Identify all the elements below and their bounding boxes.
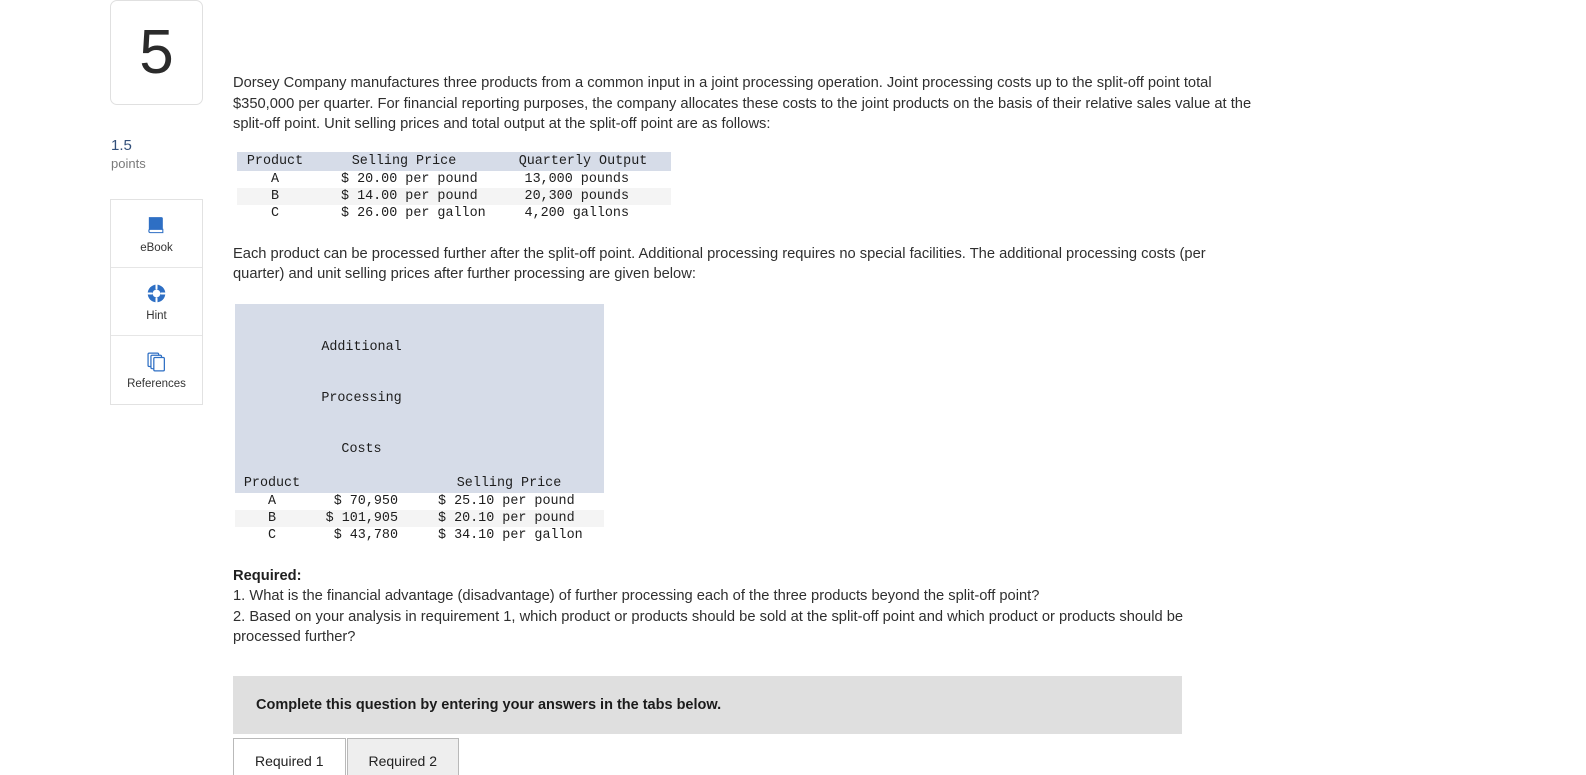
- question-content: Dorsey Company manufactures three produc…: [233, 0, 1573, 775]
- intro-paragraph-2: Each product can be processed further af…: [233, 245, 1206, 283]
- tab-bar: Required 1 Required 2: [233, 736, 1573, 775]
- hdr-line-2: Processing: [321, 390, 402, 406]
- tab-required-1[interactable]: Required 1: [233, 737, 346, 775]
- cell-quarterly-output: 20,300 pounds: [495, 187, 671, 205]
- points-block: 1.5 points: [110, 137, 206, 172]
- hdr-line-3: Costs: [341, 441, 382, 457]
- table-row: A $ 70,950 $ 25.10 per pound: [235, 493, 604, 510]
- table-row: C $ 26.00 per gallon 4,200 gallons: [237, 205, 671, 222]
- points-value: 1.5: [111, 137, 132, 154]
- col-header-additional-processing-costs: Additional Processing Costs: [309, 303, 414, 493]
- required-section: Required: 1. What is the financial advan…: [233, 566, 1243, 648]
- required-item-1: 1. What is the financial advantage (disa…: [233, 588, 1040, 604]
- ebook-button[interactable]: eBook: [111, 200, 202, 268]
- cell-additional-cost: $ 101,905: [309, 509, 414, 527]
- table-header-row: Product Selling Price Quarterly Output: [237, 151, 671, 171]
- references-button[interactable]: References: [111, 336, 202, 404]
- cell-product: B: [235, 509, 309, 527]
- cell-product: A: [267, 493, 277, 509]
- col-header-selling-price: Selling Price: [313, 151, 495, 171]
- book-icon: [145, 214, 168, 237]
- tab-required-2[interactable]: Required 2: [346, 737, 459, 775]
- ebook-label: eBook: [140, 241, 173, 254]
- cell-quarterly-output: 4,200 gallons: [524, 205, 629, 221]
- cell-selling-price: $ 34.10 per gallon: [438, 527, 583, 543]
- references-label: References: [127, 378, 186, 390]
- intro-paragraph-1: Dorsey Company manufactures three produc…: [233, 75, 1252, 132]
- tab-required-2-label: Required 2: [368, 753, 438, 769]
- question-number-box: 5: [110, 0, 203, 105]
- cell-additional-cost: $ 70,950: [333, 493, 398, 509]
- col-header-selling-price: Selling Price: [414, 303, 604, 493]
- required-item-2: 2. Based on your analysis in requirement…: [233, 608, 1184, 646]
- cell-product: A: [270, 171, 280, 187]
- cell-product: C: [267, 527, 277, 543]
- lifesaver-icon: [145, 282, 168, 305]
- pages-stack-icon: [145, 350, 168, 373]
- further-processing-table: Product Additional Processing Costs Sell…: [235, 303, 604, 544]
- col-header-product: Product: [237, 151, 313, 171]
- cell-selling-price: $ 14.00 per pound: [313, 187, 495, 205]
- points-label: points: [111, 156, 146, 171]
- tab-required-1-label: Required 1: [255, 753, 324, 769]
- instruction-bar-text: Complete this question by entering your …: [256, 696, 722, 713]
- instruction-bar: Complete this question by entering your …: [233, 675, 1182, 734]
- cell-selling-price: $ 20.00 per pound: [341, 171, 478, 187]
- table-row: A $ 20.00 per pound 13,000 pounds: [237, 171, 671, 188]
- cell-product: C: [270, 205, 280, 221]
- tool-stack: eBook Hint References: [110, 199, 203, 405]
- cell-product: B: [237, 187, 313, 205]
- hint-button[interactable]: Hint: [111, 268, 202, 336]
- required-title: Required:: [233, 567, 302, 584]
- left-rail: 5 1.5 points eBook Hint References: [110, 0, 206, 405]
- cell-quarterly-output: 13,000 pounds: [524, 171, 629, 187]
- table-row: C $ 43,780 $ 34.10 per gallon: [235, 527, 604, 544]
- cell-additional-cost: $ 43,780: [333, 527, 398, 543]
- cell-selling-price: $ 25.10 per pound: [438, 493, 575, 509]
- col-header-quarterly-output: Quarterly Output: [495, 151, 671, 171]
- table-header-row: Product Additional Processing Costs Sell…: [235, 303, 604, 493]
- cell-selling-price: $ 26.00 per gallon: [341, 205, 486, 221]
- col-header-product: Product: [235, 303, 309, 493]
- hdr-line-1: Additional: [321, 339, 402, 355]
- question-number: 5: [139, 17, 174, 87]
- hint-label: Hint: [146, 309, 167, 322]
- table-row: B $ 101,905 $ 20.10 per pound: [235, 509, 604, 527]
- table-row: B $ 14.00 per pound 20,300 pounds: [237, 187, 671, 205]
- question-page: 5 1.5 points eBook Hint References Dorse…: [0, 0, 1586, 775]
- splitoff-data-table: Product Selling Price Quarterly Output A…: [237, 151, 671, 222]
- cell-selling-price: $ 20.10 per pound: [414, 509, 604, 527]
